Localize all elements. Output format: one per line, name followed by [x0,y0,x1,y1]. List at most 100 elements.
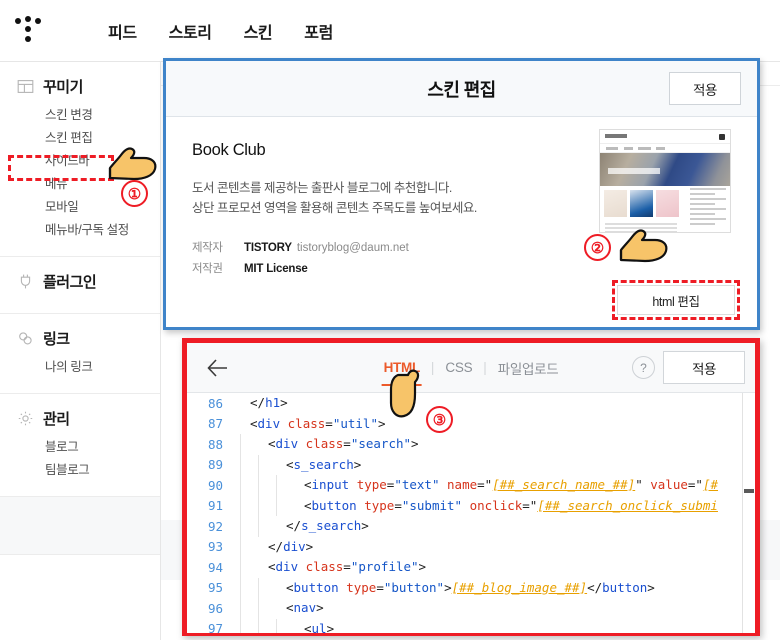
code-text: <input type="text" name="[##_search_name… [304,477,719,492]
step-marker-2: ② [584,234,611,261]
thumb-card [604,190,627,217]
code-line-number: 88 [207,436,223,452]
nav-link-forum[interactable]: 포럼 [304,19,333,43]
nav-link-feed[interactable]: 피드 [108,19,137,43]
code-line-content: <nav> [232,598,755,619]
code-editor-text-area[interactable]: 86 </h1> 87 <div class="util"> 88 <div class=… [187,393,755,633]
back-arrow-icon[interactable] [205,355,231,381]
code-line-content: <button type="button">[##_blog_image_##]… [232,577,755,598]
code-line: 88 <div class="search"> [187,434,755,455]
sidebar-item-my-links[interactable]: 나의 링크 [0,356,160,379]
code-line-number: 93 [207,539,223,555]
indent-guide [240,516,241,537]
thumb-nav [600,144,730,153]
thumb-search-icon [719,134,725,140]
code-text: <div class="profile"> [268,559,427,574]
sidebar-group-header-link[interactable]: 링크 [0,326,160,356]
code-editor-scrollbar[interactable] [742,393,755,633]
skin-meta-value-license: MIT License [244,263,308,275]
code-apply-button[interactable]: 적용 [663,351,745,384]
skin-edit-header: 스킨 편집 적용 [166,61,757,117]
code-editor-scroll-thumb[interactable] [744,489,754,493]
sidebar-group-link: 링크 나의 링크 [0,314,160,394]
sidebar-group-label-plugin: 플러그인 [43,274,97,291]
sidebar-group-header-manage[interactable]: 관리 [0,406,160,436]
code-line-number: 94 [207,559,223,575]
code-text: <ul> [304,620,335,634]
sidebar-item-menubar-subscribe[interactable]: 메뉴바/구독 설정 [0,219,160,242]
link-icon [17,330,34,347]
code-text: <button type="button">[##_blog_image_##]… [286,579,655,595]
code-text: <s_search> [286,456,362,472]
code-line-number: 91 [207,498,223,514]
sidebar-group-label-link: 링크 [43,331,70,348]
code-line: 94 <div class="profile"> [187,557,755,578]
code-line-number: 89 [207,457,223,473]
indent-guide [258,495,259,516]
code-line-number: 97 [207,621,223,633]
code-text: <div class="search"> [268,436,419,451]
code-line-content: <div class="profile"> [232,557,755,578]
code-line: 97 <ul> [187,618,755,634]
thumb-card [630,190,653,217]
pointing-hand-icon-2 [615,228,671,272]
tab-file-upload[interactable]: 파일업로드 [487,358,570,378]
code-line-content: </h1> [232,393,755,414]
pointing-hand-icon-3 [385,367,429,423]
indent-guide [276,475,277,496]
indent-guide [240,618,241,633]
indent-guide [276,618,277,633]
code-text: </s_search> [286,518,369,533]
code-text: <button type="submit" onclick="[##_searc… [304,497,718,513]
skin-meta-author-email: tistoryblog@daum.net [296,242,409,254]
tistory-logo-icon[interactable] [14,15,48,46]
skin-edit-title: 스킨 편집 [427,79,496,100]
indent-guide [240,577,241,598]
code-editor-panel: HTML | CSS | 파일업로드 ? 적용 86 </h1> 87 <div cl… [182,338,760,636]
sidebar-group-header-decorate[interactable]: 꾸미기 [0,74,160,104]
code-text: </h1> [250,395,288,410]
thumb-hero-image [600,153,730,186]
code-text: </div> [268,538,314,554]
code-line: 91 <button type="submit" onclick="[##_sea… [187,495,755,516]
code-line: 89 <s_search> [187,454,755,475]
code-line-content: </div> [232,536,755,557]
indent-guide [240,495,241,516]
sidebar-group-header-plugin[interactable]: 플러그인 [0,269,160,299]
code-line: 90 <input type="text" name="[##_search_na… [187,475,755,496]
layout-icon [17,78,34,95]
skin-description-line-1: 도서 콘텐츠를 제공하는 출판사 블로그에 추천합니다. [192,181,452,195]
help-icon[interactable]: ? [632,356,655,379]
code-line-number: 86 [207,395,223,411]
code-line: 96 <nav> [187,598,755,619]
skin-meta-value-author: TISTORY [244,242,292,254]
code-line-content: <button type="submit" onclick="[##_searc… [232,495,755,516]
tab-css[interactable]: CSS [434,360,483,375]
code-line-content: <ul> [232,618,755,634]
thumb-sidebar-lines [690,188,726,228]
indent-guide [258,598,259,619]
sidebar-group-label-decorate: 꾸미기 [43,79,83,96]
indent-guide [258,618,259,633]
code-line-number: 87 [207,416,223,432]
primary-nav-links: 피드 스토리 스킨 포럼 [108,19,333,43]
skin-edit-panel: 스킨 편집 적용 Book Club 도서 콘텐츠를 제공하는 출판사 블로그에… [163,58,760,330]
skin-description-line-2: 상단 프로모션 영역을 활용해 콘텐츠 주목도를 높여보세요. [192,201,477,215]
step-marker-1: ① [121,180,148,207]
indent-guide [240,454,241,475]
sidebar-item-blog[interactable]: 블로그 [0,436,160,459]
code-text: <nav> [286,600,324,615]
indent-guide [258,454,259,475]
plug-icon [17,273,34,290]
sidebar-item-skin-change[interactable]: 스킨 변경 [0,104,160,127]
indent-guide [240,434,241,455]
code-line-content: <input type="text" name="[##_search_name… [232,475,755,496]
code-line: 93 </div> [187,536,755,557]
skin-edit-body: Book Club 도서 콘텐츠를 제공하는 출판사 블로그에 추천합니다. 상… [166,117,757,329]
skin-apply-button[interactable]: 적용 [669,72,741,105]
code-text: <div class="util"> [250,415,386,431]
sidebar-item-team-blog[interactable]: 팀블로그 [0,459,160,482]
nav-link-story[interactable]: 스토리 [169,19,212,43]
code-line: 92 </s_search> [187,516,755,537]
nav-link-skin[interactable]: 스킨 [244,19,273,43]
